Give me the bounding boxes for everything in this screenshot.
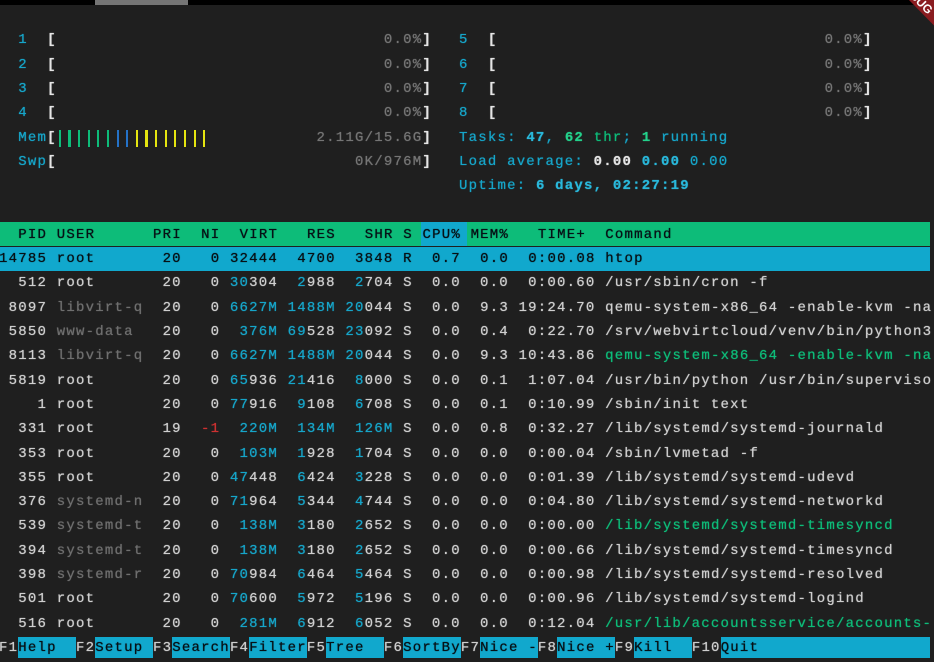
svg-text:DEBUG: DEBUG [895, 0, 934, 17]
